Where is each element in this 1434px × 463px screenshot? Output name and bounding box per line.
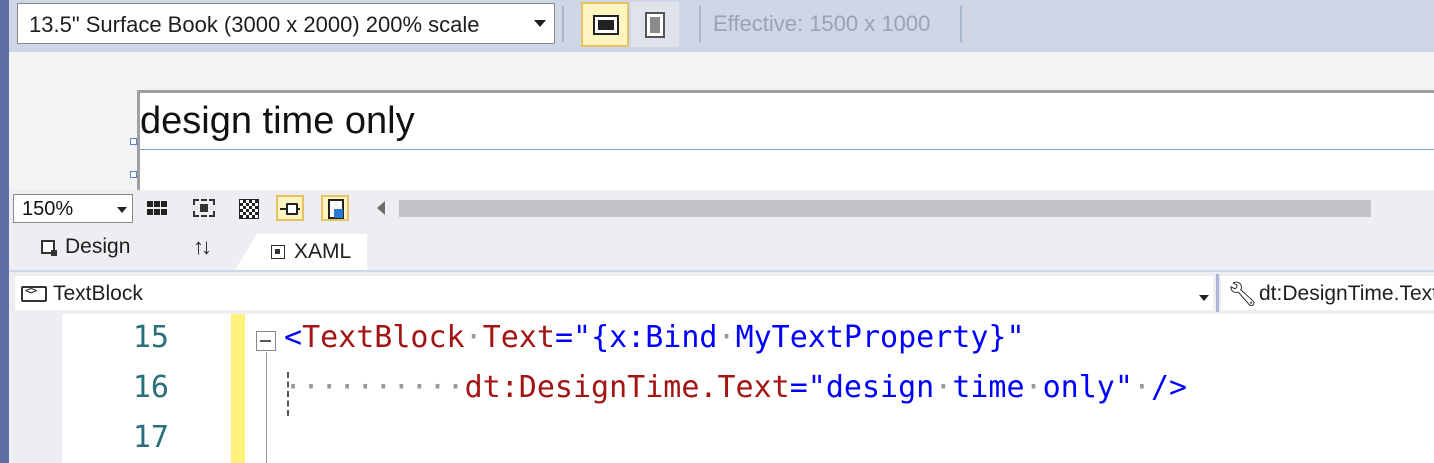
collapse-region-icon[interactable] [256, 331, 276, 351]
grid-icon [147, 201, 167, 215]
tab-design[interactable]: Design [65, 235, 130, 259]
member-dropdown-value: dt:DesignTime.Text [1259, 282, 1434, 305]
snap-to-snaplines-button[interactable] [276, 195, 304, 221]
checkerboard-icon [239, 199, 259, 219]
device-toolbar: 13.5" Surface Book (3000 x 2000) 200% sc… [9, 0, 1434, 52]
element-dropdown[interactable]: TextBlock [15, 276, 1213, 310]
show-grid-button[interactable] [143, 195, 171, 221]
xaml-code-editor[interactable]: 15 16 17 <TextBlock·Text="{x:Bind·MyText… [9, 314, 1434, 463]
horizontal-scrollbar-thumb[interactable] [399, 200, 1371, 217]
selection-outline [140, 149, 1434, 150]
landscape-button[interactable] [581, 2, 629, 47]
snapline-icon [280, 203, 300, 215]
code-line-15[interactable]: <TextBlock·Text="{x:Bind·MyTextProperty}… [284, 320, 1025, 355]
navigation-bar: TextBlock 🔧︎ dt:DesignTime.Text [9, 270, 1434, 314]
zoom-dropdown[interactable]: 150% [13, 194, 133, 223]
toolbar-separator [699, 6, 701, 42]
landscape-icon [593, 15, 619, 35]
page-artboard: design time only [137, 90, 1434, 190]
design-surface: design time only [9, 52, 1434, 190]
textblock-preview[interactable]: design time only [140, 100, 415, 143]
nav-divider [1216, 274, 1219, 312]
snap-grid-icon [193, 199, 215, 217]
view-tab-bar: Design ↑↓ XAML [9, 226, 1434, 270]
zoom-toolbar: 150% [9, 190, 1434, 226]
outline-guide [266, 352, 267, 463]
element-dropdown-value: TextBlock [53, 282, 143, 305]
line-number: 15 [132, 320, 169, 355]
editor-margin [9, 314, 62, 463]
device-preview-value: 13.5" Surface Book (3000 x 2000) 200% sc… [29, 12, 480, 37]
window-edge [0, 0, 9, 463]
snap-to-grid-button[interactable] [190, 195, 218, 221]
scroll-left-arrow-icon[interactable] [377, 201, 385, 215]
code-line-16[interactable]: ··········dt:DesignTime.Text="design·tim… [284, 370, 1187, 405]
tab-xaml[interactable]: XAML [235, 234, 367, 270]
toolbar-separator [562, 6, 564, 42]
wrench-icon: 🔧︎ [1227, 281, 1258, 308]
chevron-down-icon[interactable] [1199, 295, 1209, 301]
line-number: 16 [132, 370, 169, 405]
selection-handle[interactable] [130, 138, 137, 145]
artboard-background-button[interactable] [235, 195, 263, 221]
chevron-down-icon[interactable] [117, 207, 127, 213]
swap-panes-icon[interactable]: ↑↓ [193, 234, 212, 260]
selection-handle[interactable] [130, 171, 137, 178]
xaml-element-icon [21, 284, 47, 302]
portrait-icon [645, 12, 665, 38]
zoom-value: 150% [22, 198, 74, 220]
device-preview-dropdown[interactable]: 13.5" Surface Book (3000 x 2000) 200% sc… [17, 3, 555, 44]
device-settings-icon [328, 199, 344, 219]
tab-xaml-label: XAML [294, 240, 352, 263]
member-dropdown[interactable]: 🔧︎ dt:DesignTime.Text [1221, 276, 1434, 310]
chevron-down-icon[interactable] [534, 20, 546, 27]
toolbar-separator [960, 6, 962, 42]
design-view-icon [41, 240, 57, 256]
portrait-button[interactable] [631, 2, 679, 47]
effective-resolution: Effective: 1500 x 1000 [713, 11, 931, 36]
unsaved-change-indicator [231, 314, 245, 463]
device-preview-settings-button[interactable] [321, 195, 349, 221]
line-number: 17 [132, 420, 169, 455]
xaml-view-icon [271, 245, 285, 259]
